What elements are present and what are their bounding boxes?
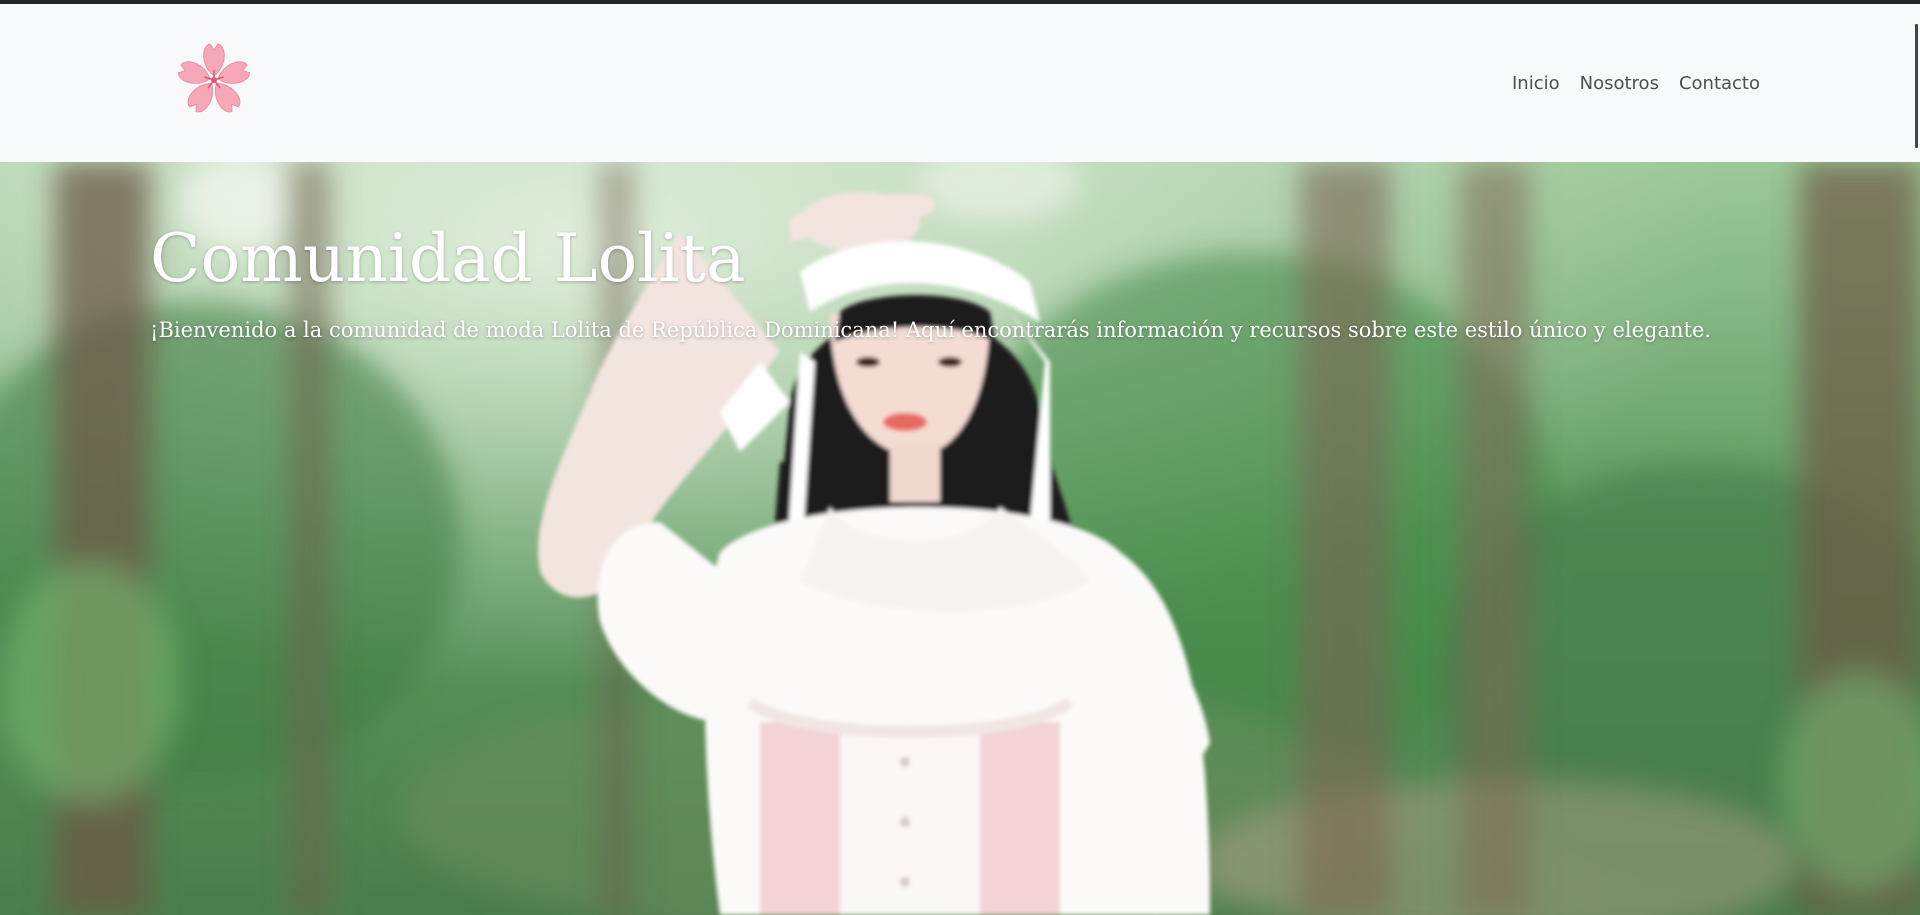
sakura-flower-icon xyxy=(178,43,250,113)
navbar: Inicio Nosotros Contacto xyxy=(0,4,1920,162)
logo-link[interactable] xyxy=(174,40,254,120)
scrollbar[interactable] xyxy=(1915,24,1918,148)
hero-section: Comunidad Lolita ¡Bienvenido a la comuni… xyxy=(0,162,1920,915)
nav-links: Inicio Nosotros Contacto xyxy=(1512,72,1760,96)
nav-link-inicio[interactable]: Inicio xyxy=(1512,72,1560,96)
hero-title: Comunidad Lolita xyxy=(150,220,746,297)
nav-link-nosotros[interactable]: Nosotros xyxy=(1580,72,1659,96)
nav-link-contacto[interactable]: Contacto xyxy=(1679,72,1760,96)
hero-subtitle: ¡Bienvenido a la comunidad de moda Lolit… xyxy=(150,318,1712,342)
